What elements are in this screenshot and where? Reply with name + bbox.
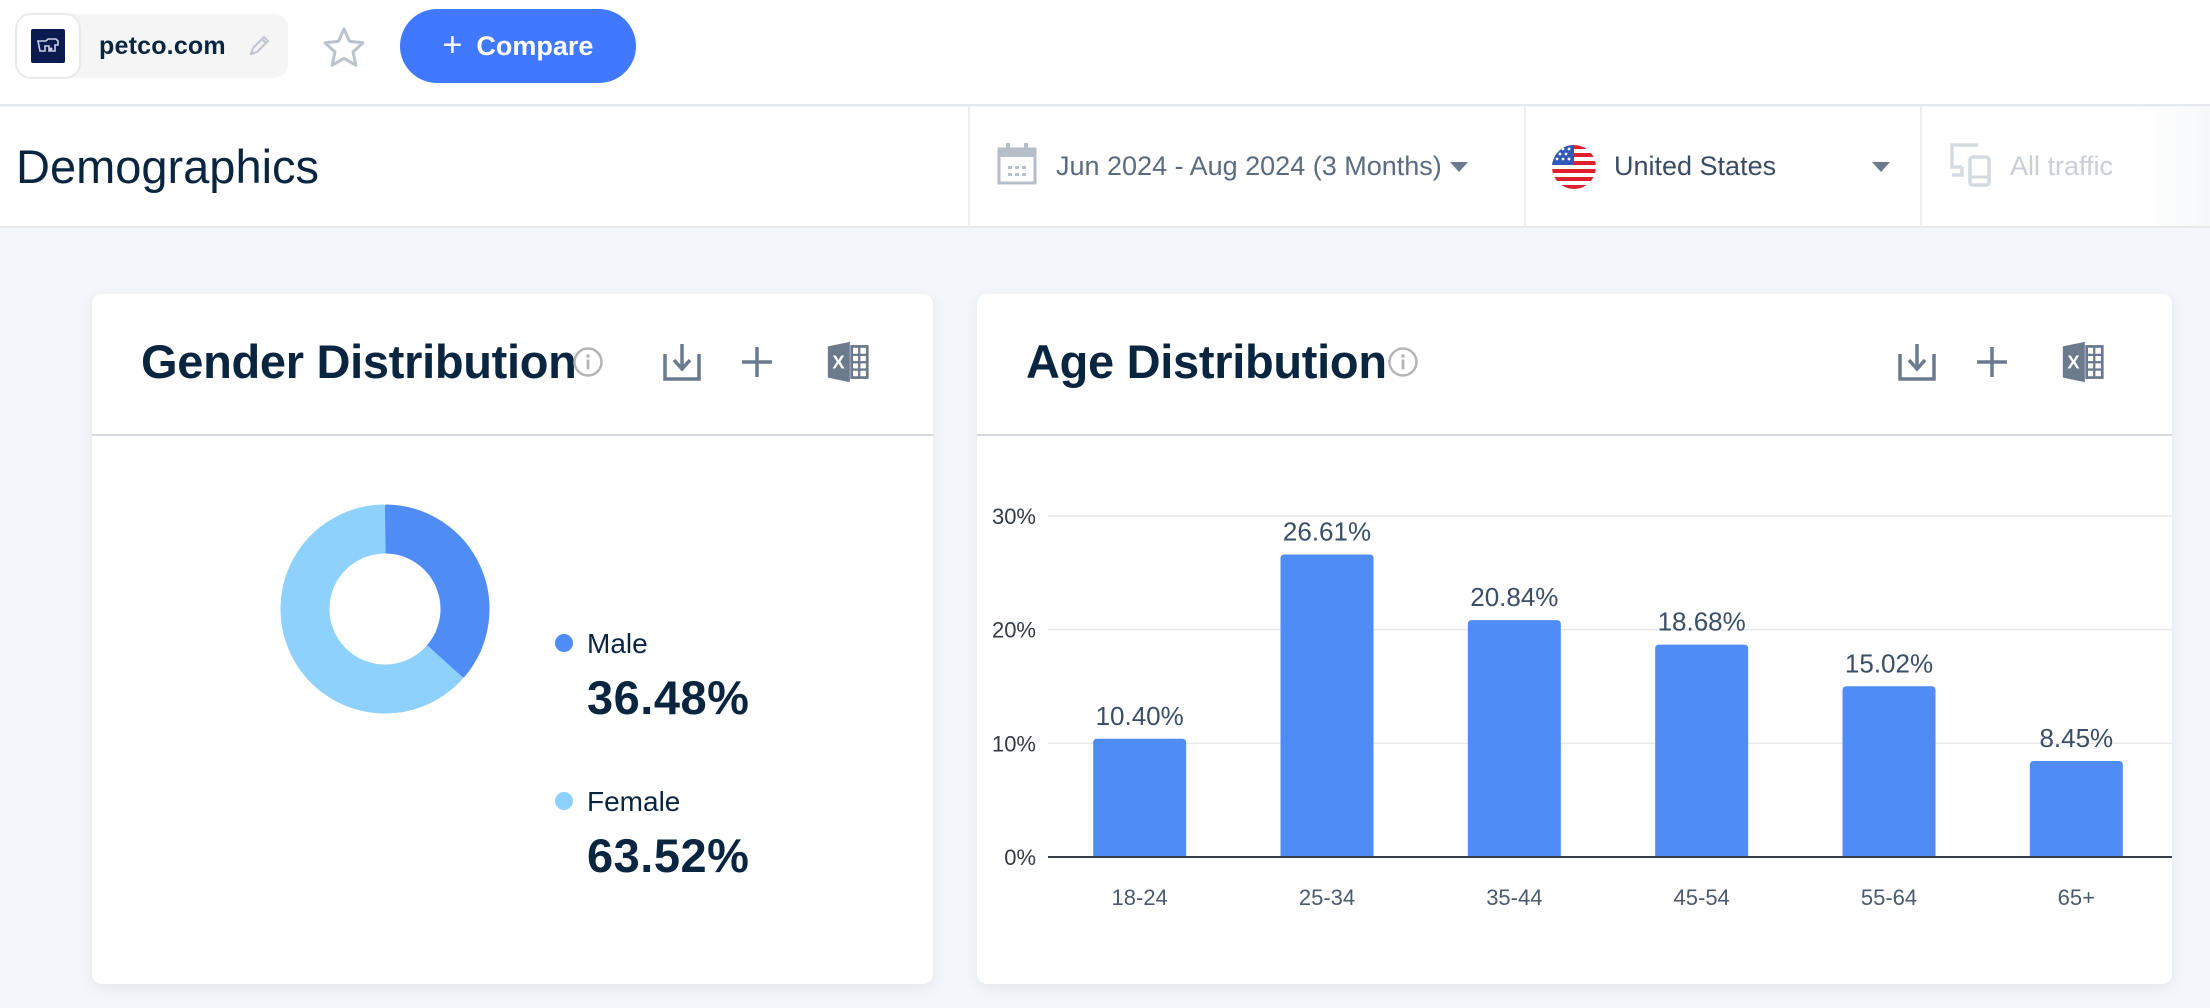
bar-data-label: 20.84%: [1470, 582, 1558, 612]
date-range-value: Jun 2024 - Aug 2024 (3 Months): [1056, 151, 1442, 181]
y-tick-label: 30%: [992, 504, 1036, 529]
svg-text:X: X: [2067, 351, 2080, 372]
age-bar-chart: 0% 10% 20% 30% 10.40% 18-24 26.61% 25-34 20.84% 3…: [992, 504, 2172, 910]
devices-icon: [1948, 141, 1994, 192]
top-bar: petco.com + Compare: [0, 0, 2210, 106]
info-icon[interactable]: [1387, 346, 1419, 378]
download-icon[interactable]: [1895, 340, 1939, 384]
y-tick-label: 10%: [992, 731, 1036, 756]
site-name: petco.com: [99, 31, 226, 60]
x-tick-label: 25-34: [1299, 885, 1355, 910]
bar-data-label: 18.68%: [1658, 607, 1746, 637]
bar-data-label: 15.02%: [1845, 648, 1933, 678]
bar-35-44[interactable]: [1467, 620, 1561, 856]
page-header: Demographics Jun 2024 - Aug 2024 (3 Mont…: [0, 107, 2210, 228]
bar-65+[interactable]: [2029, 760, 2123, 856]
compare-button[interactable]: + Compare: [400, 9, 636, 83]
site-chip[interactable]: petco.com: [15, 13, 288, 79]
legend-label-female: Female: [587, 786, 681, 817]
legend-dot-female: [555, 792, 573, 810]
page-title: Demographics: [16, 140, 320, 193]
legend-value-male: 36.48%: [587, 671, 750, 724]
star-icon[interactable]: [320, 24, 368, 72]
date-range-picker[interactable]: Jun 2024 - Aug 2024 (3 Months): [968, 107, 1524, 226]
card-header: Age Distribution X: [977, 294, 2172, 436]
y-tick-label: 20%: [992, 618, 1036, 643]
us-flag-icon: [1552, 144, 1596, 189]
bar-data-label: 8.45%: [2039, 723, 2113, 753]
legend-dot-male: [555, 634, 573, 652]
plus-icon: +: [442, 25, 463, 64]
x-tick-label: 55-64: [1861, 885, 1917, 910]
country-selector[interactable]: United States: [1524, 107, 1920, 226]
country-value: United States: [1614, 151, 1777, 181]
card-title: Gender Distribution: [141, 335, 577, 388]
bar-55-64[interactable]: [1842, 686, 1936, 856]
chevron-down-icon: [1872, 161, 1890, 172]
x-tick-label: 18-24: [1112, 885, 1168, 910]
calendar-icon: [996, 142, 1038, 191]
add-icon[interactable]: [735, 340, 779, 384]
x-tick-label: 65+: [2058, 885, 2095, 910]
legend-label-male: Male: [587, 628, 648, 659]
excel-export-icon[interactable]: X: [2061, 340, 2105, 384]
gender-distribution-card: Gender Distribution X Male 36.48% Female…: [92, 294, 933, 984]
bar-data-label: 26.61%: [1283, 517, 1371, 547]
x-tick-label: 35-44: [1486, 885, 1542, 910]
info-icon[interactable]: [572, 346, 604, 378]
card-title: Age Distribution: [1026, 335, 1387, 388]
y-tick-label: 0%: [1004, 845, 1036, 870]
bar-25-34[interactable]: [1280, 554, 1374, 856]
svg-text:X: X: [832, 351, 845, 372]
x-tick-label: 45-54: [1674, 885, 1730, 910]
site-favicon-box: [15, 13, 81, 79]
petco-logo-icon: [31, 29, 65, 63]
excel-export-icon[interactable]: X: [826, 340, 870, 384]
bar-18-24[interactable]: [1093, 738, 1187, 856]
legend-value-female: 63.52%: [587, 829, 750, 882]
bar-data-label: 10.40%: [1096, 701, 1184, 731]
download-icon[interactable]: [660, 340, 704, 384]
chevron-down-icon: [1449, 161, 1468, 172]
card-header: Gender Distribution X: [92, 294, 933, 436]
traffic-value: All traffic: [2010, 151, 2114, 181]
age-distribution-card: Age Distribution X 0% 10% 20% 30% 10.40% 18-2…: [977, 294, 2172, 984]
add-icon[interactable]: [1970, 340, 2014, 384]
bar-45-54[interactable]: [1655, 644, 1749, 856]
traffic-selector[interactable]: All traffic: [1920, 107, 2210, 226]
pencil-icon[interactable]: [244, 31, 274, 61]
donut-slice-male[interactable]: [384, 504, 490, 678]
gender-donut-chart: [280, 504, 490, 714]
compare-label: Compare: [476, 30, 594, 61]
